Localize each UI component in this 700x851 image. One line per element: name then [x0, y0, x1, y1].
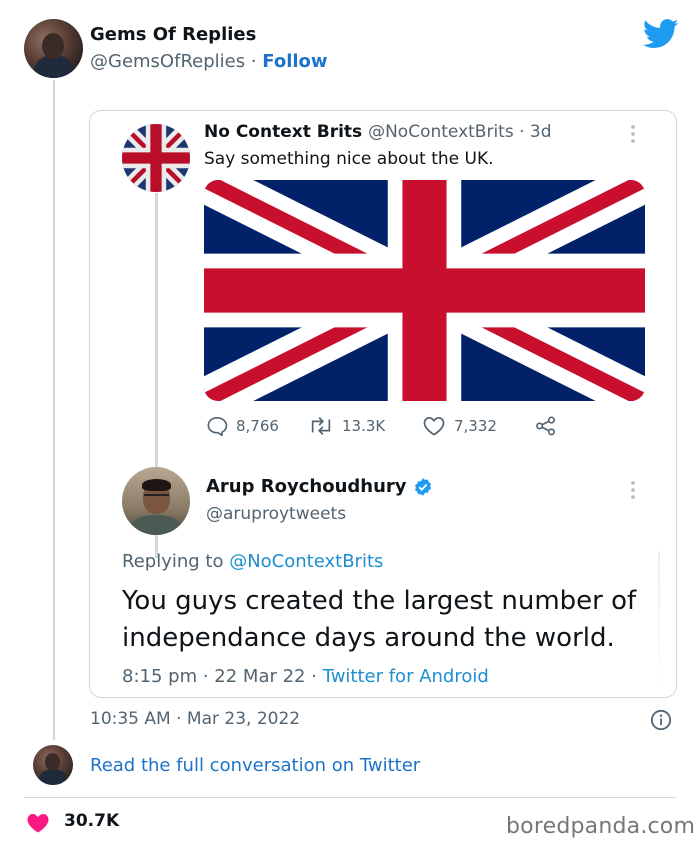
- embed-timestamp[interactable]: 10:35 AM · Mar 23, 2022: [90, 709, 300, 729]
- reply-more-options-icon[interactable]: [628, 479, 638, 501]
- reply-date: 22 Mar 22: [214, 666, 306, 687]
- embedded-tweet-card[interactable]: No Context Brits @NoContextBrits · 3d Sa…: [89, 110, 677, 698]
- tweet-embed: Gems Of Replies @GemsOfReplies · Follow …: [0, 0, 700, 851]
- union-jack-flag-icon: [204, 180, 645, 401]
- like-icon: [423, 417, 445, 436]
- like-count: 7,332: [454, 417, 497, 435]
- reply-icon: [207, 416, 228, 436]
- more-options-icon[interactable]: [628, 123, 638, 145]
- share-icon: [536, 416, 555, 436]
- replying-to-line: Replying to @NoContextBrits: [122, 551, 383, 572]
- share-stat[interactable]: [534, 414, 566, 438]
- quoted-tweet-age: · 3d: [513, 122, 552, 142]
- no-context-brits-avatar[interactable]: [122, 124, 190, 192]
- handle-separator: ·: [245, 51, 263, 72]
- union-jack-avatar-icon: [122, 124, 190, 192]
- reply-author-name-row: Arup Roychoudhury: [206, 476, 433, 497]
- footer-divider: [24, 797, 676, 798]
- account-name[interactable]: Gems Of Replies: [90, 24, 256, 45]
- meta-separator: ·: [305, 666, 323, 687]
- avatar-glasses-shape: [144, 494, 169, 500]
- account-handle-line: @GemsOfReplies · Follow: [90, 51, 328, 72]
- replying-prefix: Replying to: [122, 551, 230, 572]
- account-avatar[interactable]: [24, 19, 83, 78]
- avatar-hair-shape: [142, 479, 171, 491]
- like-stat[interactable]: 7,332: [422, 414, 497, 438]
- meta-separator: ·: [197, 666, 215, 687]
- reply-count: 8,766: [236, 417, 279, 435]
- quoted-author-handle[interactable]: @NoContextBrits: [368, 122, 514, 142]
- retweet-stat[interactable]: 13.3K: [308, 414, 385, 438]
- reply-author-avatar[interactable]: [122, 467, 190, 535]
- read-full-conversation-link[interactable]: Read the full conversation on Twitter: [90, 755, 420, 776]
- avatar-body-shape: [130, 515, 182, 535]
- verified-badge-icon: [414, 477, 431, 496]
- bored-panda-like-count: 30.7K: [64, 811, 120, 831]
- info-icon[interactable]: [650, 709, 672, 731]
- reply-author-handle[interactable]: @aruproytweets: [206, 504, 346, 524]
- reply-client[interactable]: Twitter for Android: [323, 666, 489, 687]
- quoted-tweet-text: Say something nice about the UK.: [204, 149, 494, 169]
- reply-tweet-text: You guys created the largest number of i…: [122, 586, 637, 653]
- follow-button[interactable]: Follow: [262, 51, 327, 72]
- reply-stat[interactable]: 8,766: [206, 414, 279, 438]
- thread-connector-line: [53, 80, 55, 740]
- retweet-icon: [311, 417, 331, 435]
- conversation-avatar[interactable]: [33, 745, 73, 785]
- quoted-author-line: No Context Brits @NoContextBrits · 3d: [204, 122, 552, 142]
- account-handle[interactable]: @GemsOfReplies: [90, 51, 245, 72]
- retweet-count: 13.3K: [342, 417, 386, 435]
- screenshot-edge-shadow: [658, 551, 660, 691]
- boredpanda-watermark: boredpanda.com: [506, 814, 696, 839]
- replying-to-mention[interactable]: @NoContextBrits: [229, 551, 383, 572]
- heart-icon[interactable]: [26, 812, 50, 834]
- union-jack-flag-image[interactable]: [204, 180, 645, 401]
- quoted-author-name[interactable]: No Context Brits: [204, 122, 362, 142]
- reply-tweet-meta: 8:15 pm · 22 Mar 22 · Twitter for Androi…: [122, 666, 489, 687]
- reply-time: 8:15 pm: [122, 666, 198, 687]
- quoted-tweet-stats: 8,766 13.3K 7,332: [204, 414, 644, 438]
- twitter-bird-icon[interactable]: [643, 19, 679, 49]
- reply-author-name[interactable]: Arup Roychoudhury: [206, 476, 407, 497]
